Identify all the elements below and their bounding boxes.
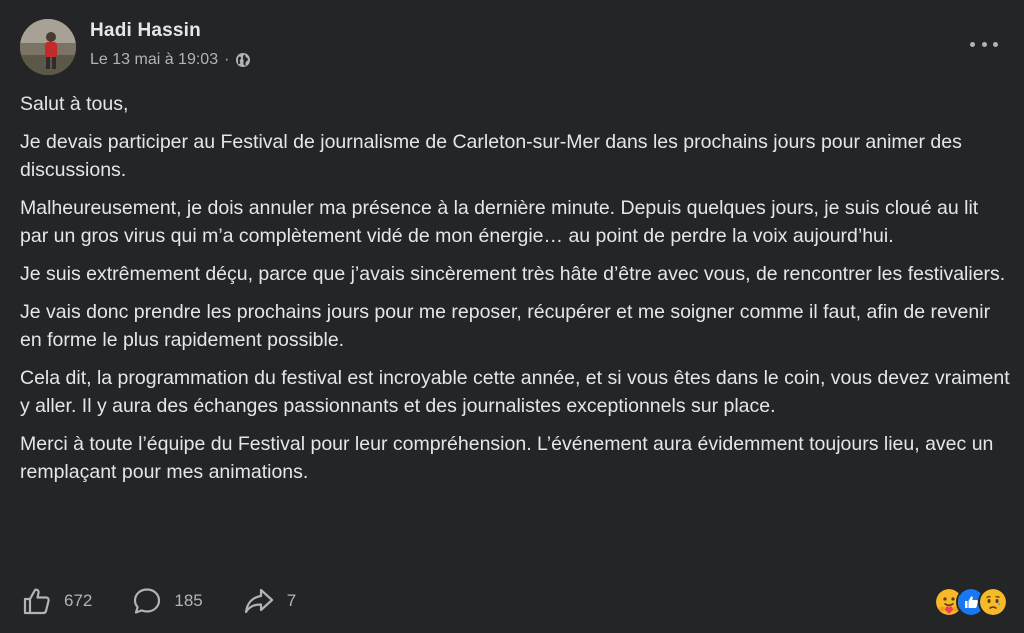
post-paragraph: Salut à tous, — [20, 93, 129, 115]
post-meta: Le 13 mai à 19:03 · — [90, 51, 251, 69]
post-paragraph: Je vais donc prendre les prochains jours… — [20, 301, 991, 351]
post-paragraph: Malheureusement, je dois annuler ma prés… — [20, 197, 979, 247]
comment-count: 185 — [174, 591, 203, 610]
action-bar: 672 185 7 — [22, 585, 336, 617]
thumbs-up-icon — [23, 588, 50, 615]
more-dot-icon — [981, 41, 987, 47]
globe-icon[interactable] — [235, 52, 251, 68]
post-card: Hadi Hassin Le 13 mai à 19:03 · Salut à … — [0, 0, 1024, 633]
share-icon — [244, 588, 273, 614]
post-paragraph: Merci à toute l’équipe du Festival pour … — [20, 433, 994, 483]
share-count: 7 — [286, 591, 297, 610]
like-count: 672 — [64, 591, 93, 610]
share-button[interactable]: 7 — [243, 586, 296, 616]
avatar[interactable] — [20, 19, 76, 75]
reaction-summary[interactable] — [934, 587, 1008, 617]
avatar-photo — [20, 19, 76, 75]
comment-icon — [134, 588, 161, 614]
post-body: Salut à tous, Je devais participer au Fe… — [20, 90, 1010, 496]
sad-reaction-icon — [978, 587, 1008, 617]
comment-button[interactable]: 185 — [132, 586, 203, 616]
like-button[interactable]: 672 — [22, 586, 92, 616]
post-timestamp[interactable]: Le 13 mai à 19:03 — [90, 51, 218, 69]
meta-separator: · — [224, 51, 230, 68]
post-paragraph: Cela dit, la programmation du festival e… — [20, 367, 1010, 417]
more-options-button[interactable] — [970, 34, 998, 54]
post-paragraph: Je devais participer au Festival de jour… — [20, 131, 962, 181]
more-dot-icon — [993, 41, 998, 47]
post-paragraph: Je suis extrêmement déçu, parce que j’av… — [20, 263, 1006, 285]
author-name[interactable]: Hadi Hassin — [90, 20, 201, 42]
more-dot-icon — [970, 41, 975, 47]
